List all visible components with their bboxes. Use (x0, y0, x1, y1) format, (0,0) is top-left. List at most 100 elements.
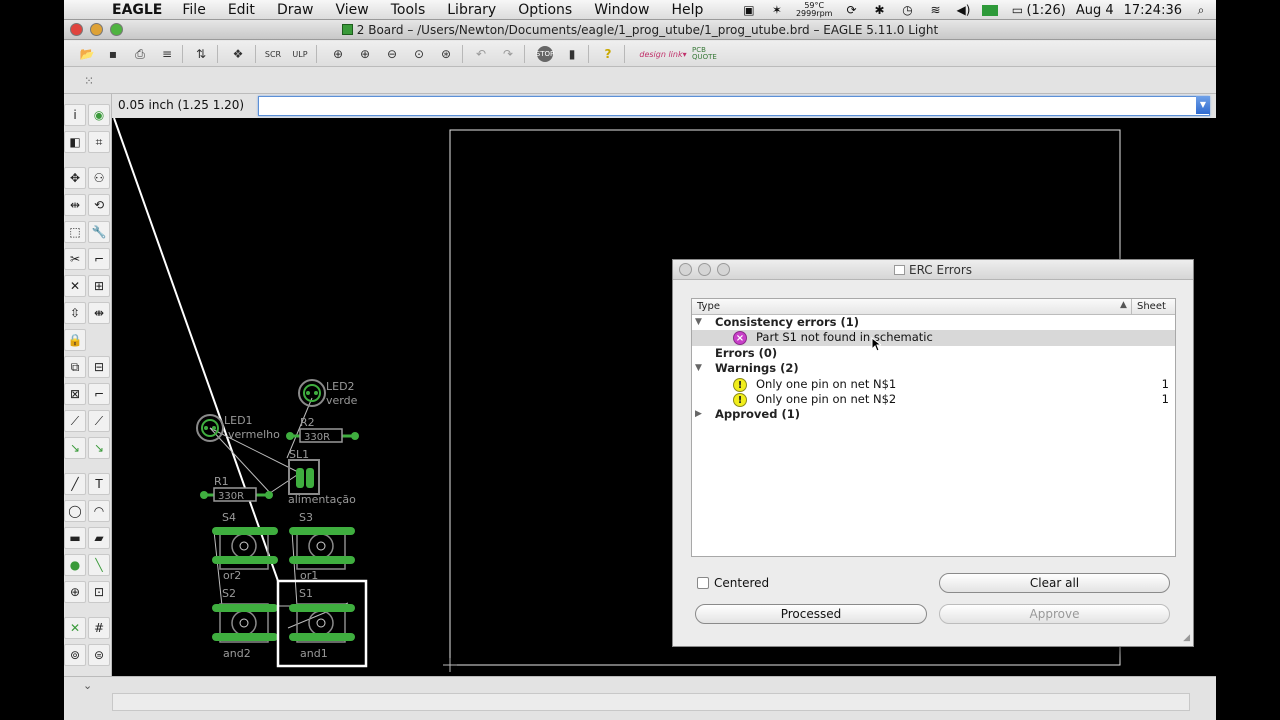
erc-group-consistency[interactable]: ▼ Consistency errors (1) (692, 315, 1175, 330)
change-icon[interactable]: 🔧 (88, 221, 110, 243)
autorouter-icon[interactable]: ↘ (88, 437, 110, 459)
spotlight-icon[interactable]: ⌕ (1192, 3, 1210, 17)
menu-file[interactable]: File (182, 2, 205, 18)
menu-library[interactable]: Library (447, 2, 496, 18)
flag-icon[interactable] (982, 4, 999, 16)
clock-date[interactable]: Aug 4 (1076, 3, 1114, 18)
erc-icon[interactable]: ⊚ (64, 644, 86, 666)
rect-icon[interactable]: ▬ (64, 527, 86, 549)
zoom-fit-icon[interactable]: ⊕ (327, 44, 349, 64)
designlink-button[interactable]: design link ▾ (636, 44, 690, 64)
erc-group-approved[interactable]: ▶ Approved (1) (692, 407, 1175, 422)
mirror-icon[interactable]: ⇹ (64, 194, 86, 216)
wire-icon[interactable]: ╱ (64, 473, 86, 495)
go-icon[interactable]: ▮ (561, 44, 583, 64)
open-icon[interactable]: 📂 (76, 44, 98, 64)
zoom-select-icon[interactable]: ⊛ (435, 44, 457, 64)
stop-icon[interactable]: STOP (536, 46, 554, 62)
rotate-icon[interactable]: ⟲ (88, 194, 110, 216)
disclosure-expanded-icon[interactable]: ▼ (695, 361, 702, 376)
optimize-icon[interactable]: ⊠ (64, 383, 86, 405)
centered-checkbox[interactable]: Centered (697, 576, 769, 590)
switch-schematic-icon[interactable]: ⇅ (190, 44, 212, 64)
move-icon[interactable]: ✥ (64, 167, 86, 189)
menu-options[interactable]: Options (518, 2, 572, 18)
info-icon[interactable]: i (64, 104, 86, 126)
menu-edit[interactable]: Edit (228, 2, 255, 18)
save-icon[interactable]: ▪ (102, 44, 124, 64)
name-icon[interactable]: ⇳ (64, 302, 86, 324)
cam-processor-icon[interactable]: ≡ (156, 44, 178, 64)
zoom-in-icon[interactable]: ⊕ (354, 44, 376, 64)
auto-icon[interactable]: # (88, 617, 110, 639)
drc-icon[interactable]: ⊜ (88, 644, 110, 666)
disclosure-expanded-icon[interactable]: ▼ (695, 315, 702, 330)
route-icon[interactable]: ⟋ (64, 410, 86, 432)
sync-icon[interactable]: ⟳ (842, 3, 860, 17)
display-icon[interactable]: ◧ (64, 131, 86, 153)
script-icon[interactable]: SCR (262, 44, 284, 64)
erc-group-warnings[interactable]: ▼ Warnings (2) (692, 361, 1175, 376)
help-icon[interactable]: ? (597, 44, 619, 64)
split-icon[interactable]: ⊟ (88, 356, 110, 378)
erc-tree[interactable]: Type ▲ Sheet ▼ Consistency errors (1) × … (691, 298, 1176, 557)
ulp-icon[interactable]: ❖ (227, 44, 249, 64)
pcb-quote-button[interactable]: PCB QUOTE (692, 44, 728, 64)
erc-group-errors[interactable]: Errors (0) (692, 346, 1175, 361)
clock-time[interactable]: 17:24:36 (1124, 3, 1182, 18)
smash-icon[interactable]: ⧉ (64, 356, 86, 378)
disclosure-collapsed-icon[interactable]: ▶ (695, 407, 702, 422)
value-icon[interactable]: ⇼ (88, 302, 110, 324)
run-ulp-icon[interactable]: ULP (289, 44, 311, 64)
temperature-readout[interactable]: 59°C 2999rpm (796, 2, 833, 18)
approve-button[interactable]: Approve (939, 604, 1170, 624)
polygon-icon[interactable]: ▰ (88, 527, 110, 549)
wifi-icon[interactable]: ≋ (926, 3, 944, 17)
circle-icon[interactable]: ◯ (64, 500, 86, 522)
checkbox-box[interactable] (697, 577, 709, 589)
ripup-icon[interactable]: ⟋ (88, 410, 110, 432)
time-machine-icon[interactable]: ◷ (898, 3, 916, 17)
column-header-type[interactable]: Type (697, 301, 720, 312)
hole-icon[interactable]: ⊕ (64, 581, 86, 603)
battery-readout[interactable]: ▭ (1:26) (1008, 3, 1066, 18)
menu-help[interactable]: Help (671, 2, 703, 18)
redo-icon[interactable]: ↷ (497, 44, 519, 64)
paste-icon[interactable]: ⌐ (88, 248, 110, 270)
menu-draw[interactable]: Draw (277, 2, 314, 18)
show-icon[interactable]: ◉ (88, 104, 110, 126)
group-icon[interactable]: ⬚ (64, 221, 86, 243)
clear-all-button[interactable]: Clear all (939, 573, 1170, 593)
erc-item[interactable]: ! Only one pin on net N$2 1 (692, 392, 1175, 407)
undo-icon[interactable]: ↶ (470, 44, 492, 64)
lock-icon[interactable]: 🔒 (64, 329, 86, 351)
attribute-icon[interactable]: ⊡ (88, 581, 110, 603)
menu-view[interactable]: View (336, 2, 369, 18)
trace-icon[interactable]: ╲ (88, 554, 110, 576)
column-header-sheet[interactable]: Sheet (1131, 299, 1177, 314)
via-icon[interactable]: ● (64, 554, 86, 576)
copy-icon[interactable]: ⚇ (88, 167, 110, 189)
erc-item[interactable]: ! Only one pin on net N$1 1 (692, 377, 1175, 392)
print-icon[interactable]: ⎙ (129, 44, 151, 64)
resize-grip-icon[interactable]: ◢ (1183, 633, 1190, 643)
camera-icon[interactable]: ▣ (740, 3, 758, 17)
cut-icon[interactable]: ✂ (64, 248, 86, 270)
delete-icon[interactable]: ✕ (64, 275, 86, 297)
app-menu[interactable]: EAGLE (112, 2, 162, 18)
command-input[interactable] (258, 96, 1210, 116)
chevron-down-icon[interactable]: ⌄ (83, 679, 92, 692)
signal-icon[interactable]: ↘ (64, 437, 86, 459)
volume-icon[interactable]: ◀) (954, 3, 972, 17)
grid-icon[interactable]: ⁙ (78, 71, 100, 91)
redraw-icon[interactable]: ⊙ (408, 44, 430, 64)
command-dropdown[interactable]: ▼ (1196, 96, 1210, 114)
miter-icon[interactable]: ⌐ (88, 383, 110, 405)
add-icon[interactable]: ⊞ (88, 275, 110, 297)
processed-button[interactable]: Processed (695, 604, 927, 624)
bluetooth-icon[interactable]: ✱ (870, 3, 888, 17)
mark-icon[interactable]: ⌗ (88, 131, 110, 153)
zoom-out-icon[interactable]: ⊖ (381, 44, 403, 64)
menu-tools[interactable]: Tools (391, 2, 426, 18)
erc-item[interactable]: × Part S1 not found in schematic (692, 330, 1175, 346)
